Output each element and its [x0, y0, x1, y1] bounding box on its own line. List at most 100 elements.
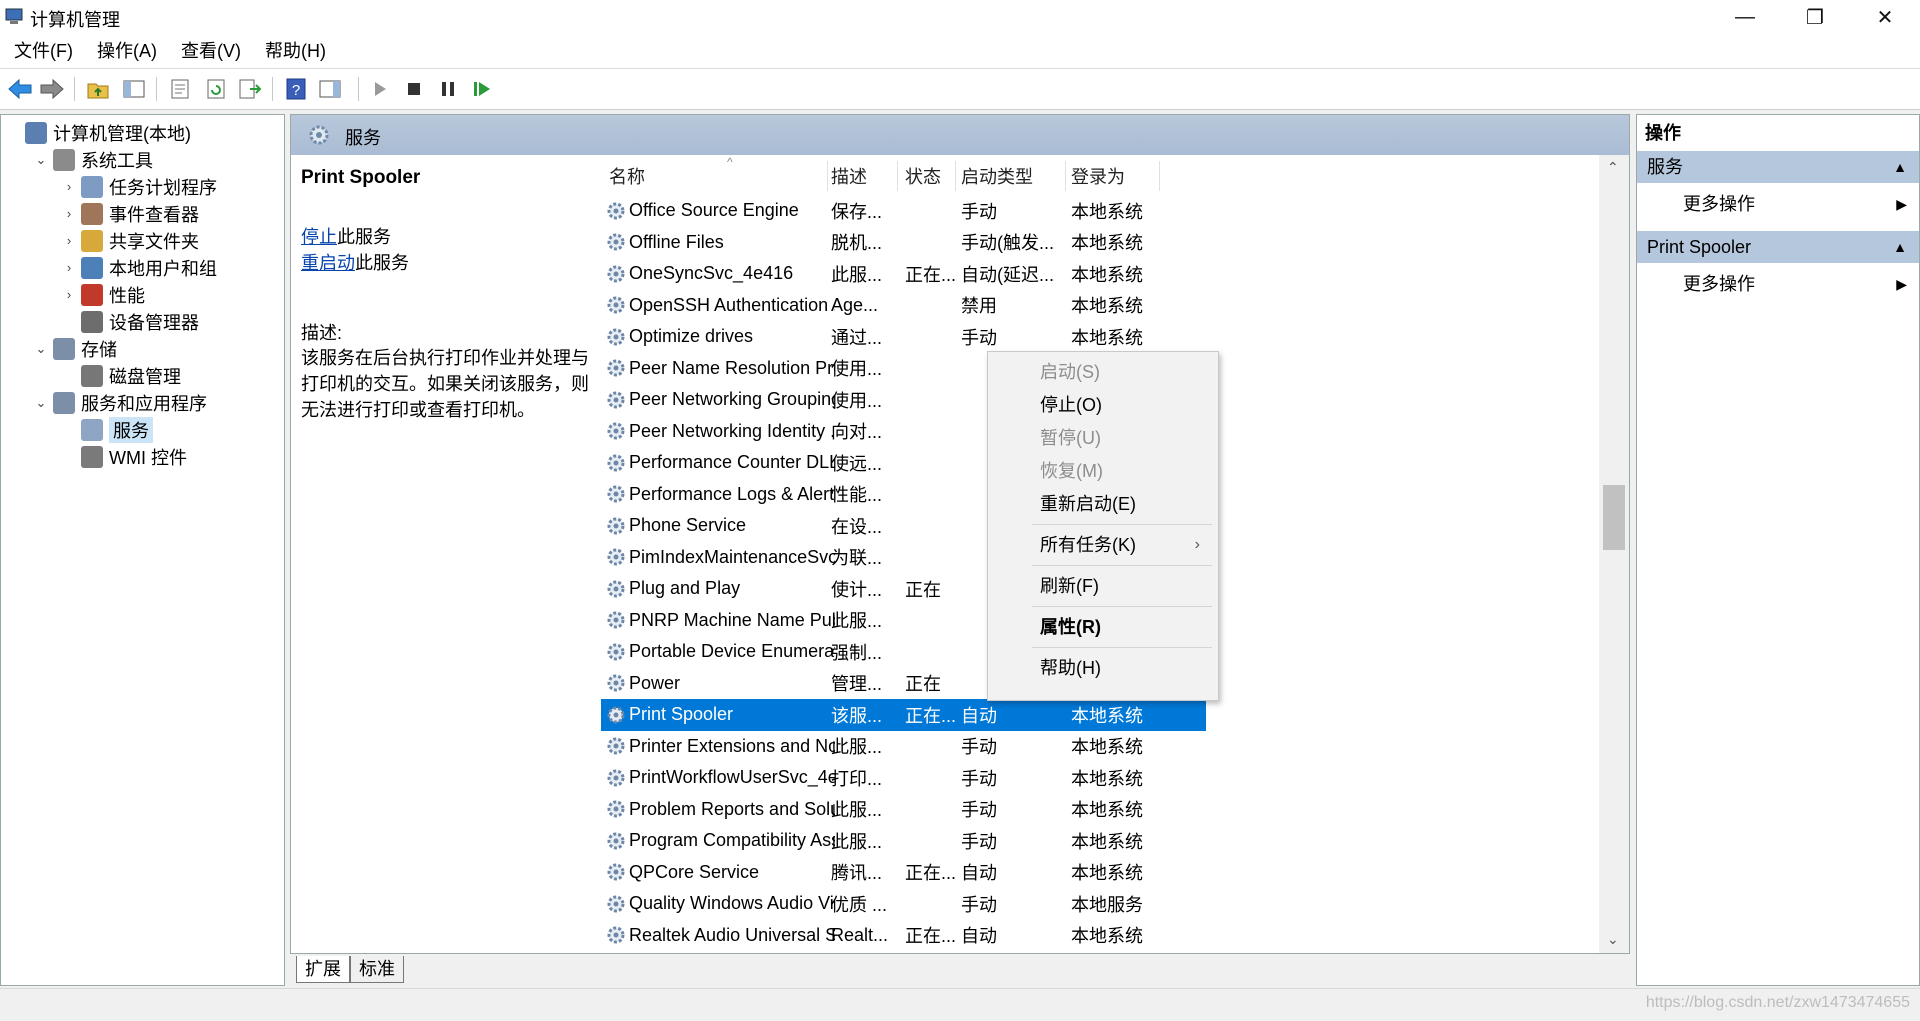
stop-service-link[interactable]: 停止: [301, 227, 337, 247]
column-name[interactable]: 名称: [609, 163, 645, 189]
show-hide-tree-icon[interactable]: [120, 75, 148, 103]
menu-view[interactable]: 查看(V): [169, 34, 253, 68]
chevron-right-icon[interactable]: ›: [61, 287, 77, 302]
service-row[interactable]: Quality Windows Audio Vi... 优质 ... 手动 本地服务: [601, 888, 1206, 920]
chevron-right-icon[interactable]: ›: [61, 233, 77, 248]
vertical-scrollbar[interactable]: ⌃ ⌄: [1599, 155, 1629, 953]
tree-node[interactable]: ⌄ 服务和应用程序: [33, 389, 207, 416]
scroll-up-icon[interactable]: ⌃: [1607, 159, 1619, 176]
service-row[interactable]: OpenSSH Authentication ... Age... 禁用 本地系统: [601, 290, 1206, 322]
context-menu-item[interactable]: 停止(O): [988, 389, 1218, 421]
tree-node-label: 本地用户和组: [109, 258, 217, 279]
chevron-right-icon[interactable]: ›: [61, 206, 77, 221]
more-actions-print-spooler[interactable]: 更多操作 ▶: [1637, 267, 1919, 301]
context-menu-item[interactable]: 所有任务(K) ›: [988, 529, 1218, 561]
pause-service-icon[interactable]: [434, 75, 462, 103]
tree-node[interactable]: ⌄ 存储: [33, 335, 117, 362]
column-startup-type[interactable]: 启动类型: [961, 163, 1033, 189]
service-gear-icon: [607, 391, 625, 409]
service-row[interactable]: Print Spooler 该服... 正在... 自动 本地系统: [601, 699, 1206, 731]
menu-action[interactable]: 操作(A): [85, 34, 169, 68]
service-name: QPCore Service: [629, 861, 760, 882]
tree-node[interactable]: ⌄ 系统工具: [33, 146, 153, 173]
service-startup-type: 手动(触发...: [961, 233, 1054, 254]
help-icon[interactable]: ?: [282, 75, 310, 103]
service-row[interactable]: Office Source Engine 保存... 手动 本地系统: [601, 195, 1206, 227]
service-status: 正在...: [905, 926, 957, 947]
service-status: 正在...: [905, 264, 957, 285]
chevron-right-icon[interactable]: ›: [61, 179, 77, 194]
service-row[interactable]: Problem Reports and Solut...此服... 手动 本地系统: [601, 794, 1206, 826]
service-row[interactable]: Realtek Audio Universal Se...Realt... 正在.…: [601, 920, 1206, 952]
chevron-down-icon[interactable]: ⌄: [33, 152, 49, 168]
service-row[interactable]: Optimize drives 通过... 手动 本地系统: [601, 321, 1206, 353]
collapse-up-icon[interactable]: ▲: [1893, 231, 1907, 263]
column-status[interactable]: 状态: [905, 163, 941, 189]
service-description: 此服...: [831, 611, 883, 632]
actions-section-print-spooler[interactable]: Print Spooler ▲: [1637, 231, 1919, 263]
service-gear-icon: [607, 706, 625, 724]
tree-node[interactable]: 服务: [61, 416, 153, 443]
tree-node[interactable]: › 本地用户和组: [61, 254, 217, 281]
actions-section-services[interactable]: 服务 ▲: [1637, 151, 1919, 183]
restart-service-icon[interactable]: [468, 75, 496, 103]
stop-service-icon[interactable]: [400, 75, 428, 103]
column-log-on-as[interactable]: 登录为: [1071, 163, 1125, 189]
tree-node[interactable]: › 共享文件夹: [61, 227, 199, 254]
context-menu-item[interactable]: 重新启动(E): [988, 488, 1218, 520]
service-name: Plug and Play: [629, 578, 741, 599]
chevron-right-icon[interactable]: ›: [61, 260, 77, 275]
up-folder-icon[interactable]: [84, 75, 112, 103]
service-row[interactable]: Printer Extensions and Noti...此服... 手动 本地系…: [601, 731, 1206, 763]
scrollbar-thumb[interactable]: [1603, 485, 1625, 550]
back-icon[interactable]: [6, 75, 34, 103]
tree-node[interactable]: 磁盘管理: [61, 362, 181, 389]
tree-node-label: 计算机管理(本地): [53, 123, 191, 144]
restart-service-link[interactable]: 重启动: [301, 253, 355, 273]
service-row[interactable]: Offline Files 脱机... 手动(触发... 本地系统: [601, 227, 1206, 259]
tree-node[interactable]: 设备管理器: [61, 308, 199, 335]
service-description: 腾讯...: [831, 863, 883, 884]
view-tabs: 扩展 标准: [290, 954, 1630, 986]
export-list-icon[interactable]: [236, 75, 264, 103]
shared-folder-icon: [81, 229, 103, 252]
refresh-icon[interactable]: [202, 75, 230, 103]
chevron-down-icon[interactable]: ⌄: [33, 341, 49, 357]
collapse-up-icon[interactable]: ▲: [1893, 151, 1907, 183]
column-description[interactable]: 描述: [831, 163, 867, 189]
tree-node[interactable]: › 事件查看器: [61, 200, 199, 227]
chevron-down-icon[interactable]: ⌄: [33, 395, 49, 411]
context-menu-item[interactable]: 帮助(H): [988, 652, 1218, 684]
service-row[interactable]: Program Compatibility Assi...此服... 手动 本地系统: [601, 825, 1206, 857]
tree-node-label: 任务计划程序: [109, 177, 217, 198]
service-description: 管理...: [831, 674, 883, 695]
minimize-button[interactable]: —: [1710, 0, 1780, 34]
more-actions-services[interactable]: 更多操作 ▶: [1637, 187, 1919, 221]
service-description: 保存...: [831, 201, 883, 222]
restore-button[interactable]: ❐: [1780, 0, 1850, 34]
tab-standard[interactable]: 标准: [350, 956, 404, 983]
tree-node[interactable]: › 任务计划程序: [61, 173, 217, 200]
start-service-icon[interactable]: [366, 75, 394, 103]
console-tree: 计算机管理(本地) ⌄ 系统工具 › 任务计划程序 › 事件查看器 › 共享文件夹 › 本地用户和组…: [0, 114, 285, 986]
service-log-on-as: 本地系统: [1071, 737, 1143, 758]
show-action-pane-icon[interactable]: [316, 75, 344, 103]
context-menu-item[interactable]: 刷新(F): [988, 570, 1218, 602]
service-row[interactable]: QPCore Service 腾讯... 正在... 自动 本地系统: [601, 857, 1206, 889]
menu-file[interactable]: 文件(F): [2, 34, 85, 68]
forward-icon[interactable]: [38, 75, 66, 103]
service-row[interactable]: PrintWorkflowUserSvc_4e4...打印... 手动 本地系统: [601, 762, 1206, 794]
context-menu-item[interactable]: 属性(R): [988, 611, 1218, 643]
close-button[interactable]: ✕: [1850, 0, 1920, 34]
tree-node[interactable]: › 性能: [61, 281, 145, 308]
scroll-down-icon[interactable]: ⌄: [1607, 931, 1619, 948]
tree-node[interactable]: 计算机管理(本地): [5, 119, 191, 146]
service-row[interactable]: OneSyncSvc_4e416 此服... 正在... 自动(延迟... 本地系统: [601, 258, 1206, 290]
service-gear-icon: [607, 737, 625, 755]
services-header: 服务: [291, 115, 1629, 155]
tab-extended[interactable]: 扩展: [296, 956, 350, 983]
menu-help[interactable]: 帮助(H): [253, 34, 338, 68]
properties-sheet-icon[interactable]: [166, 75, 194, 103]
service-startup-type: 手动: [961, 800, 997, 821]
tree-node[interactable]: WMI 控件: [61, 443, 187, 470]
